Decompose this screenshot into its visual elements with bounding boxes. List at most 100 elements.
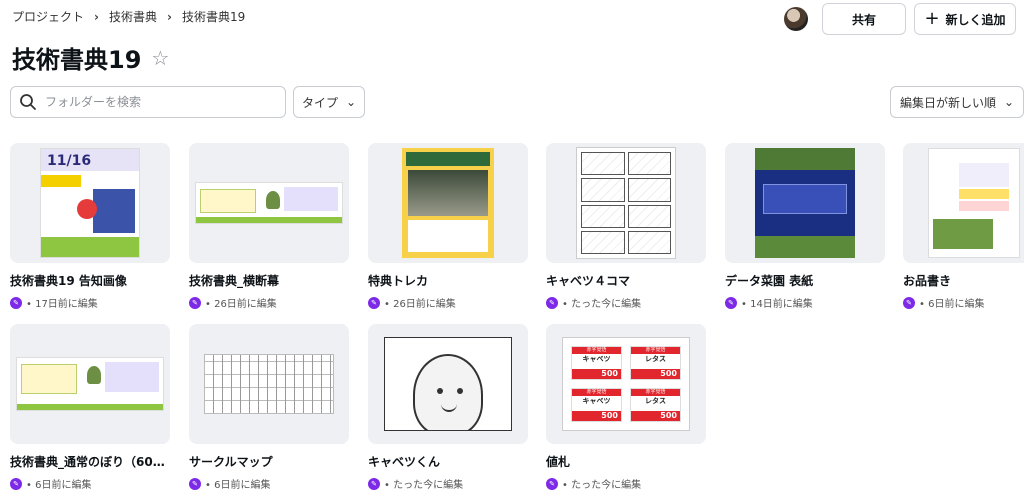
search-input[interactable] bbox=[45, 95, 265, 109]
edited-time: • 6日前に編集 bbox=[26, 480, 92, 491]
design-title[interactable]: 技術書典_通常のぼり（600… bbox=[10, 453, 170, 470]
sort-label: 編集日が新しい順 bbox=[899, 95, 996, 110]
design-type-icon: ✎ bbox=[368, 296, 380, 309]
design-meta: ✎ • 14日前に編集 bbox=[725, 295, 885, 310]
poster-image: 11/16 bbox=[40, 148, 140, 258]
avatar[interactable] bbox=[784, 7, 808, 31]
design-card[interactable]: 技術書典_横断幕 ✎ • 26日前に編集 bbox=[189, 143, 349, 310]
star-icon[interactable]: ☆ bbox=[151, 46, 169, 70]
design-type-icon: ✎ bbox=[725, 296, 737, 309]
price-tag-price: 500 bbox=[572, 411, 621, 421]
share-button[interactable]: 共有 bbox=[822, 3, 906, 35]
price-tag: 赤字覚悟 キャベツ 500 bbox=[571, 388, 622, 422]
poster-date: 11/16 bbox=[47, 153, 92, 169]
breadcrumb-gishoten[interactable]: 技術書典 bbox=[109, 8, 157, 25]
header-actions: 共有 + 新しく追加 bbox=[784, 3, 1016, 35]
design-thumbnail[interactable] bbox=[189, 324, 349, 444]
design-meta: ✎ • 6日前に編集 bbox=[10, 476, 170, 491]
design-card[interactable]: サークルマップ ✎ • 6日前に編集 bbox=[189, 324, 349, 491]
title-row: 技術書典19 ☆ bbox=[12, 40, 169, 75]
design-title[interactable]: サークルマップ bbox=[189, 453, 349, 470]
chevron-down-icon: ⌄ bbox=[345, 95, 357, 109]
design-thumbnail[interactable] bbox=[903, 143, 1024, 263]
page-title: 技術書典19 bbox=[12, 46, 142, 74]
edited-time: • たった今に編集 bbox=[384, 480, 464, 491]
design-title[interactable]: 特典トレカ bbox=[368, 272, 528, 289]
price-tag-label: 赤字覚悟 bbox=[572, 389, 621, 396]
design-title[interactable]: データ菜園 表紙 bbox=[725, 272, 885, 289]
circle-map-image bbox=[204, 354, 334, 414]
design-type-icon: ✎ bbox=[189, 296, 201, 309]
edited-time: • 6日前に編集 bbox=[919, 299, 985, 310]
design-card[interactable]: 赤字覚悟 キャベツ 500 赤字覚悟 レタス 500 赤字覚悟 キャベツ 500… bbox=[546, 324, 706, 491]
add-new-button[interactable]: + 新しく追加 bbox=[914, 3, 1016, 35]
price-tag-label: 赤字覚悟 bbox=[631, 347, 680, 354]
price-tag-label: 赤字覚悟 bbox=[572, 347, 621, 354]
price-tag-item: キャベツ bbox=[572, 396, 621, 411]
design-meta: ✎ • 17日前に編集 bbox=[10, 295, 170, 310]
edited-time: • 6日前に編集 bbox=[205, 480, 271, 491]
price-tag: 赤字覚悟 キャベツ 500 bbox=[571, 346, 622, 380]
design-meta: ✎ • 6日前に編集 bbox=[903, 295, 1024, 310]
nobori-image bbox=[16, 357, 164, 411]
edited-time: • 17日前に編集 bbox=[26, 299, 98, 310]
design-title[interactable]: お品書き bbox=[903, 272, 1024, 289]
design-title[interactable]: キャベツくん bbox=[368, 453, 528, 470]
design-card[interactable]: キャベツ４コマ ✎ • たった今に編集 bbox=[546, 143, 706, 310]
plus-icon: + bbox=[924, 8, 940, 29]
price-tag: 赤字覚悟 レタス 500 bbox=[630, 388, 681, 422]
design-thumbnail[interactable]: 11/16 bbox=[10, 143, 170, 263]
design-type-icon: ✎ bbox=[10, 296, 22, 309]
price-tag-price: 500 bbox=[631, 369, 680, 379]
design-type-icon: ✎ bbox=[368, 477, 380, 490]
design-card[interactable]: キャベツくん ✎ • たった今に編集 bbox=[368, 324, 528, 491]
design-card[interactable]: 特典トレカ ✎ • 26日前に編集 bbox=[368, 143, 528, 310]
design-type-icon: ✎ bbox=[546, 296, 558, 309]
design-meta: ✎ • たった今に編集 bbox=[546, 295, 706, 310]
design-card[interactable]: データ菜園 表紙 ✎ • 14日前に編集 bbox=[725, 143, 885, 310]
edited-time: • 14日前に編集 bbox=[741, 299, 813, 310]
design-type-icon: ✎ bbox=[10, 477, 22, 490]
price-tag-item: レタス bbox=[631, 396, 680, 411]
design-thumbnail[interactable] bbox=[368, 324, 528, 444]
chevron-right-icon: › bbox=[94, 9, 99, 24]
design-type-icon: ✎ bbox=[546, 477, 558, 490]
chevron-down-icon: ⌄ bbox=[1003, 95, 1015, 109]
edited-time: • たった今に編集 bbox=[562, 480, 642, 491]
breadcrumb-current[interactable]: 技術書典19 bbox=[182, 8, 245, 25]
edited-time: • たった今に編集 bbox=[562, 299, 642, 310]
design-thumbnail[interactable] bbox=[189, 143, 349, 263]
design-thumbnail[interactable] bbox=[10, 324, 170, 444]
price-tag-item: レタス bbox=[631, 354, 680, 369]
design-title[interactable]: 値札 bbox=[546, 453, 706, 470]
trading-card-image bbox=[402, 148, 494, 258]
banner-image bbox=[195, 182, 343, 224]
edited-time: • 26日前に編集 bbox=[384, 299, 456, 310]
design-title[interactable]: 技術書典_横断幕 bbox=[189, 272, 349, 289]
breadcrumb-projects[interactable]: プロジェクト bbox=[12, 8, 84, 25]
search-box[interactable] bbox=[10, 86, 286, 118]
design-title[interactable]: 技術書典19 告知画像 bbox=[10, 272, 170, 289]
design-meta: ✎ • 26日前に編集 bbox=[189, 295, 349, 310]
design-thumbnail[interactable]: 赤字覚悟 キャベツ 500 赤字覚悟 レタス 500 赤字覚悟 キャベツ 500… bbox=[546, 324, 706, 444]
design-thumbnail[interactable] bbox=[546, 143, 706, 263]
type-filter-label: タイプ bbox=[301, 95, 338, 110]
breadcrumb: プロジェクト › 技術書典 › 技術書典19 bbox=[12, 8, 245, 25]
type-filter-dropdown[interactable]: タイプ ⌄ bbox=[293, 86, 365, 118]
design-thumbnail[interactable] bbox=[725, 143, 885, 263]
design-type-icon: ✎ bbox=[903, 296, 915, 309]
design-title[interactable]: キャベツ４コマ bbox=[546, 272, 706, 289]
design-card[interactable]: お品書き ✎ • 6日前に編集 bbox=[903, 143, 1024, 310]
design-meta: ✎ • たった今に編集 bbox=[546, 476, 706, 491]
price-tag-price: 500 bbox=[572, 369, 621, 379]
design-card[interactable]: 技術書典_通常のぼり（600… ✎ • 6日前に編集 bbox=[10, 324, 170, 491]
edited-time: • 26日前に編集 bbox=[205, 299, 277, 310]
design-meta: ✎ • 6日前に編集 bbox=[189, 476, 349, 491]
add-new-label: 新しく追加 bbox=[945, 12, 1006, 27]
design-card[interactable]: 11/16 技術書典19 告知画像 ✎ • 17日前に編集 bbox=[10, 143, 170, 310]
price-tag-item: キャベツ bbox=[572, 354, 621, 369]
sort-dropdown[interactable]: 編集日が新しい順 ⌄ bbox=[890, 86, 1024, 118]
design-meta: ✎ • たった今に編集 bbox=[368, 476, 528, 491]
price-tags-image: 赤字覚悟 キャベツ 500 赤字覚悟 レタス 500 赤字覚悟 キャベツ 500… bbox=[562, 337, 690, 431]
design-thumbnail[interactable] bbox=[368, 143, 528, 263]
